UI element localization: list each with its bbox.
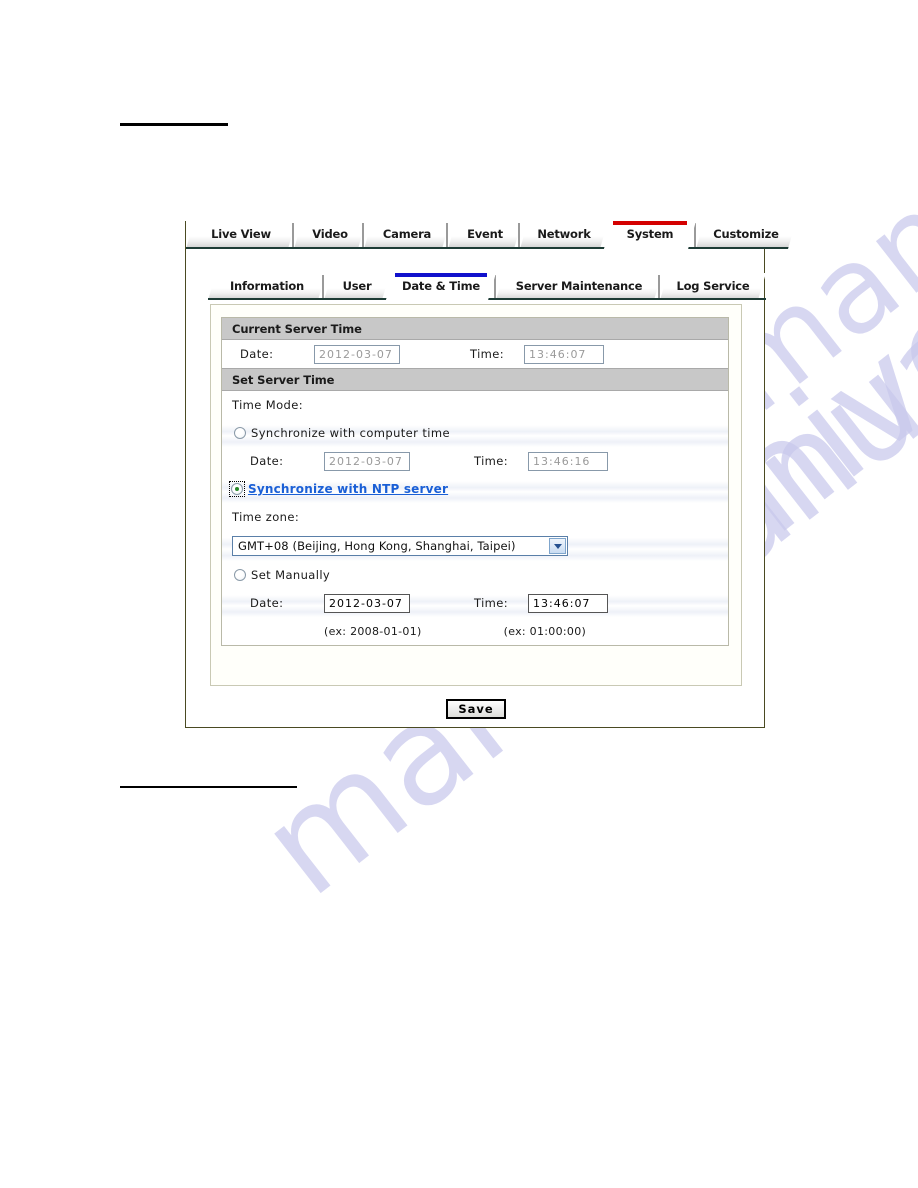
sync-computer-date-field: 2012-03-07 — [324, 451, 410, 471]
tab-camera[interactable]: Camera — [364, 221, 450, 249]
radio-sync-ntp-focus[interactable] — [229, 481, 245, 497]
row-sync-ntp[interactable]: Synchronize with NTP server — [222, 475, 728, 503]
tab-video[interactable]: Video — [294, 221, 366, 249]
subtab-label: Information — [229, 278, 305, 293]
subtab-date-time[interactable]: Date & Time — [386, 273, 496, 300]
sync-computer-time-label: Time: — [474, 454, 509, 468]
set-manually-time-input[interactable]: 13:46:07 — [528, 593, 609, 613]
subtab-label: Log Service — [676, 278, 750, 293]
row-set-manually[interactable]: Set Manually — [222, 561, 728, 589]
sub-tab-bar: Information User Date & Time Server Main… — [208, 269, 766, 301]
set-manually-time-value: 13:46:07 — [533, 596, 591, 610]
save-button[interactable]: Save — [446, 699, 506, 719]
row-current-date-time: Date: 2012-03-07 Time: 13:46:07 — [222, 340, 728, 368]
settings-table: Current Server Time Date: 2012-03-07 Tim… — [221, 317, 729, 646]
subtab-active-accent — [395, 273, 487, 277]
set-manually-label: Set Manually — [251, 568, 331, 582]
tab-customize[interactable]: Customize — [696, 221, 796, 249]
tab-system[interactable]: System — [604, 221, 696, 249]
main-tab-bar: Live View Video Camera Event Network Sys… — [186, 215, 766, 249]
radio-sync-ntp[interactable] — [231, 483, 243, 495]
sync-computer-date-label: Date: — [250, 454, 284, 468]
page-rule-bottom — [120, 786, 297, 788]
chevron-down-icon[interactable] — [549, 538, 566, 554]
subtab-user[interactable]: User — [324, 273, 390, 300]
tab-label: Camera — [382, 227, 432, 241]
subtab-label: Server Maintenance — [515, 278, 643, 293]
subtab-log-service[interactable]: Log Service — [660, 273, 766, 300]
set-manually-date-value: 2012-03-07 — [329, 596, 403, 610]
row-sync-computer[interactable]: Synchronize with computer time — [222, 419, 728, 447]
current-time-field: 13:46:07 — [524, 344, 605, 364]
current-time-value: 13:46:07 — [529, 347, 587, 361]
row-set-manually-values: Date: 2012-03-07 Time: 13:46:07 — [222, 589, 728, 617]
tab-event[interactable]: Event — [448, 221, 522, 249]
tab-label: Live View — [211, 227, 271, 241]
sync-computer-time-value: 13:46:16 — [533, 454, 591, 468]
date-format-hint: (ex: 2008-01-01) — [324, 624, 422, 638]
subtab-server-maintenance[interactable]: Server Maintenance — [496, 273, 662, 300]
page-rule-top — [120, 123, 228, 126]
timezone-value: GMT+08 (Beijing, Hong Kong, Shanghai, Ta… — [238, 539, 516, 553]
tab-label: Event — [467, 227, 503, 241]
section-header-current-server-time: Current Server Time — [222, 318, 728, 340]
form-actions: Save — [186, 699, 766, 719]
current-date-field: 2012-03-07 — [314, 344, 400, 364]
tab-live-view[interactable]: Live View — [186, 221, 296, 249]
set-manually-date-input[interactable]: 2012-03-07 — [324, 593, 410, 613]
sync-computer-label: Synchronize with computer time — [251, 426, 450, 440]
sync-computer-date-value: 2012-03-07 — [329, 454, 403, 468]
timezone-label: Time zone: — [232, 510, 300, 524]
subtab-label: User — [342, 278, 372, 293]
tab-label: Customize — [713, 227, 779, 241]
tab-label: Video — [312, 227, 348, 241]
radio-sync-computer[interactable] — [234, 427, 246, 439]
time-mode-label: Time Mode: — [232, 398, 304, 412]
row-time-mode: Time Mode: — [222, 391, 728, 419]
current-date-label: Date: — [240, 347, 274, 361]
content-panel: Current Server Time Date: 2012-03-07 Tim… — [210, 304, 742, 686]
section-title: Set Server Time — [232, 372, 335, 387]
tab-network[interactable]: Network — [520, 221, 608, 249]
sync-computer-time-field: 13:46:16 — [528, 451, 609, 471]
sync-ntp-label[interactable]: Synchronize with NTP server — [248, 482, 448, 496]
tab-label: Network — [537, 227, 591, 241]
set-manually-time-label: Time: — [474, 596, 509, 610]
timezone-select[interactable]: GMT+08 (Beijing, Hong Kong, Shanghai, Ta… — [232, 536, 568, 556]
set-manually-date-label: Date: — [250, 596, 284, 610]
settings-widget: Live View Video Camera Event Network Sys… — [185, 221, 765, 728]
row-sync-computer-values: Date: 2012-03-07 Time: 13:46:16 — [222, 447, 728, 475]
tab-label: System — [626, 227, 674, 241]
row-timezone-select[interactable]: GMT+08 (Beijing, Hong Kong, Shanghai, Ta… — [222, 531, 728, 561]
current-time-label: Time: — [470, 347, 505, 361]
row-format-hints: (ex: 2008-01-01) (ex: 01:00:00) — [222, 617, 728, 645]
radio-set-manually[interactable] — [234, 569, 246, 581]
current-date-value: 2012-03-07 — [319, 347, 393, 361]
section-title: Current Server Time — [232, 321, 362, 336]
row-timezone-label: Time zone: — [222, 503, 728, 531]
time-format-hint: (ex: 01:00:00) — [503, 624, 587, 638]
section-header-set-server-time: Set Server Time — [222, 368, 728, 391]
tab-active-accent — [613, 221, 687, 225]
subtab-label: Date & Time — [401, 278, 480, 293]
subtab-information[interactable]: Information — [208, 273, 326, 300]
